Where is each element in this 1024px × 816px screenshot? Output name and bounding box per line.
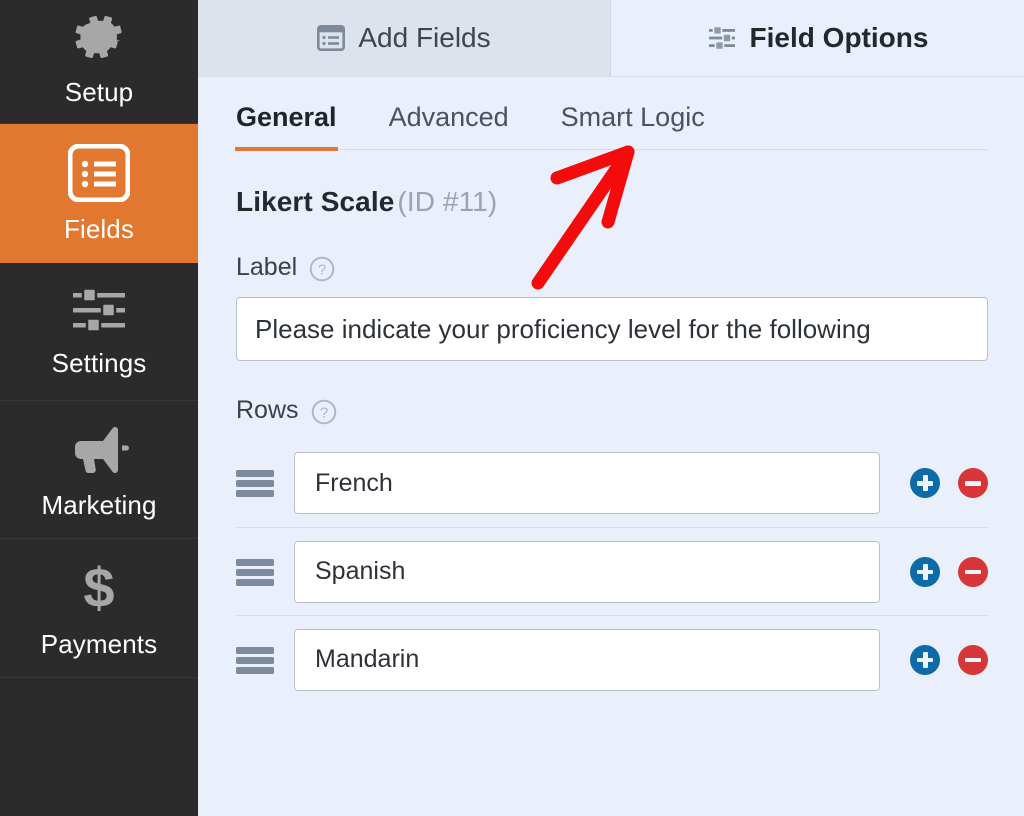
row-input-value: French [315,468,393,497]
subtab-advanced[interactable]: Advanced [389,102,509,149]
add-row-button[interactable] [910,468,940,498]
field-id: (ID #11) [397,186,498,217]
plus-icon-vertical [923,651,928,668]
row-actions [910,644,988,675]
drag-handle-icon[interactable] [236,645,274,675]
svg-text:$: $ [83,559,114,617]
subtab-label: Advanced [388,102,509,132]
list-icon [67,143,131,203]
svg-text:?: ? [319,405,327,422]
remove-row-button[interactable] [958,468,988,498]
question-circle-icon[interactable]: ? [309,256,335,282]
row-actions [910,468,988,498]
form-builder-app: Setup Fields Settings Marketing $ Paymen… [0,0,1024,816]
sidebar-item-settings[interactable]: Settings [0,263,198,401]
subtab-label: General [236,102,337,132]
subtab-general[interactable]: General [235,102,338,151]
subtab-smart-logic[interactable]: Smart Logic [561,102,705,149]
page-title: Likert Scale (ID #11) [236,186,988,218]
main-panel: Add Fields Field Options General Advance… [198,0,1024,816]
rows-section-header: Rows ? [236,396,988,425]
plus-icon-vertical [923,475,928,491]
megaphone-icon [67,422,131,478]
sub-tabs-container: General Advanced Smart Logic [198,77,1024,151]
panel-tabs: Add Fields Field Options [198,0,1024,77]
remove-row-button[interactable] [958,556,988,587]
minus-icon [965,481,981,486]
sidebar-item-label: Settings [51,348,147,379]
add-row-button[interactable] [910,644,940,675]
row-input[interactable]: French [294,452,880,514]
label-section-header: Label ? [236,253,988,282]
row-item: Mandarin [236,615,988,703]
subtab-label: Smart Logic [560,102,705,132]
drag-handle-icon[interactable] [236,468,274,498]
rows-list: French Spanish Mandarin [236,439,988,703]
row-item: Spanish [236,527,988,615]
rows-section-title: Rows [236,396,299,424]
tab-label: Field Options [749,22,929,53]
svg-text:?: ? [318,262,326,279]
field-options-content: Likert Scale (ID #11) Label ? Please indi… [198,150,1024,816]
sidebar-item-payments[interactable]: $ Payments [0,539,198,678]
dollar-icon: $ [77,556,121,619]
remove-row-button[interactable] [958,644,988,675]
sidebar-item-label: Setup [64,77,134,108]
sidebar-item-marketing[interactable]: Marketing [0,401,198,540]
question-circle-icon[interactable]: ? [311,399,337,425]
drag-handle-icon[interactable] [236,557,274,587]
sidebar-item-fields[interactable]: Fields [0,124,198,263]
minus-icon [965,657,981,662]
sidebar-item-setup[interactable]: Setup [0,0,198,125]
minus-icon [965,569,981,574]
sliders-icon [707,24,737,52]
add-row-button[interactable] [910,556,940,587]
row-input[interactable]: Spanish [294,540,880,603]
tab-field-options[interactable]: Field Options [611,0,1024,76]
field-type-name: Likert Scale [236,186,395,217]
tab-add-fields[interactable]: Add Fields [198,0,611,76]
row-item: French [236,439,988,527]
sliders-icon [69,286,129,336]
sidebar-item-label: Marketing [41,489,157,520]
label-input-value: Please indicate your proficiency level f… [255,313,871,344]
list-panel-icon [317,24,346,51]
sidebar: Setup Fields Settings Marketing $ Paymen… [0,0,198,816]
label-section-title: Label [236,253,298,281]
row-input[interactable]: Mandarin [294,628,880,691]
plus-icon-vertical [923,563,928,580]
label-input[interactable]: Please indicate your proficiency level f… [236,297,988,361]
tab-label: Add Fields [358,22,491,53]
sidebar-item-label: Payments [40,629,158,660]
sidebar-empty-area [0,678,198,816]
sidebar-item-label: Fields [64,213,134,244]
row-input-value: Spanish [315,557,406,585]
row-input-value: Mandarin [315,645,420,673]
row-actions [910,556,988,587]
sub-tabs: General Advanced Smart Logic [235,77,988,151]
gear-icon [71,9,127,65]
